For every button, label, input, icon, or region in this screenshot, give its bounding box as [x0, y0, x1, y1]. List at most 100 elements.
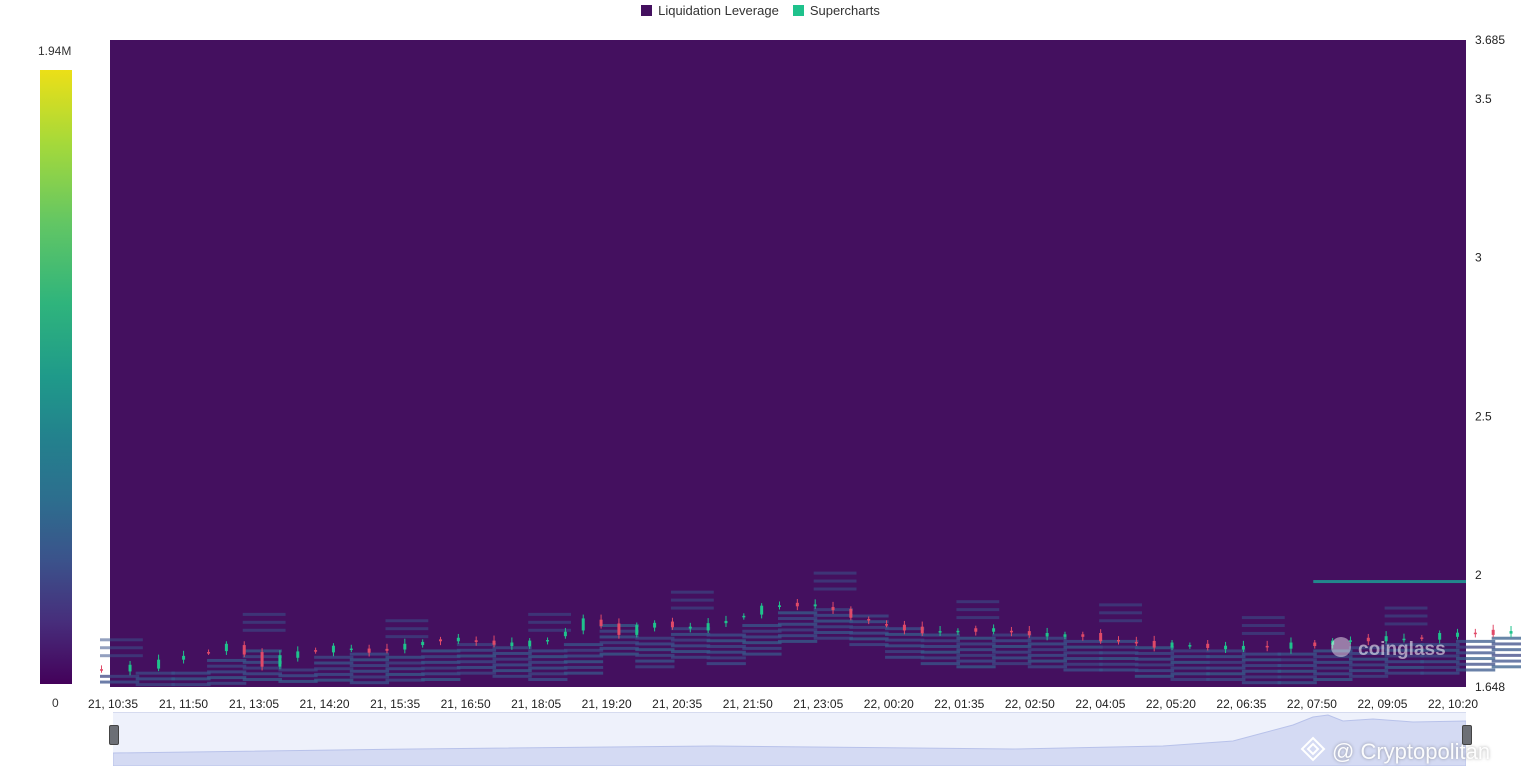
x-axis-tick-label: 22, 09:05 — [1357, 697, 1407, 711]
liquidation-cell — [1099, 603, 1142, 607]
liquidation-cell — [385, 672, 425, 676]
candle-body — [1009, 630, 1013, 633]
liquidation-cell — [278, 668, 318, 672]
liquidation-cell — [1491, 665, 1521, 669]
x-axis-tick-label: 22, 01:35 — [934, 697, 984, 711]
candle-body — [421, 641, 425, 646]
liquidation-cell — [456, 660, 497, 664]
liquidation-levels — [1313, 580, 1466, 584]
liquidation-cell — [207, 670, 247, 674]
liquidation-cell — [670, 655, 711, 659]
liquidation-cell — [421, 666, 461, 670]
liquidation-cell — [171, 671, 211, 675]
candle-body — [439, 639, 442, 642]
candle-body — [349, 648, 353, 651]
candle-body — [456, 637, 460, 642]
liquidation-cell — [1491, 653, 1521, 657]
x-axis: 21, 10:35 21, 11:50 21, 13:05 21, 14:20 21, … — [88, 697, 1478, 711]
liquidation-cell — [956, 616, 1000, 620]
liquidation-cell — [920, 650, 960, 654]
candle-body — [1473, 632, 1477, 635]
liquidation-cell — [1420, 665, 1460, 669]
liquidation-cell — [314, 678, 354, 682]
liquidation-cell — [207, 676, 247, 680]
x-axis-tick-label: 21, 10:35 — [88, 697, 138, 711]
candle-body — [157, 659, 161, 669]
liquidation-cell — [1241, 631, 1285, 635]
liquidation-cell — [1170, 660, 1210, 664]
liquidation-cell — [100, 646, 143, 650]
liquidation-cell — [742, 624, 782, 628]
liquidation-cell — [1027, 642, 1068, 646]
liquidation-heatmap-chart[interactable]: 3.6853.532.521.64821, 10:35 21, 11:50 21, … — [0, 0, 1521, 712]
candle-body — [992, 628, 996, 632]
liquidation-cell — [492, 674, 532, 678]
liquidation-cell — [1241, 664, 1282, 668]
candle-body — [635, 625, 639, 635]
liquidation-cell — [1099, 619, 1142, 623]
liquidation-cell — [421, 678, 461, 682]
candle-body — [100, 669, 103, 671]
coinglass-logo-icon — [1330, 636, 1352, 664]
liquidation-cell — [1277, 664, 1317, 668]
liquidation-cell — [100, 680, 140, 684]
x-axis-tick-label: 22, 07:50 — [1287, 697, 1337, 711]
liquidation-cell — [1241, 669, 1282, 673]
liquidation-cell — [1063, 645, 1103, 649]
liquidation-cell — [1313, 672, 1353, 676]
liquidation-cell — [421, 660, 461, 664]
brush-handle-left[interactable] — [109, 725, 119, 745]
time-range-brush[interactable] — [112, 712, 1467, 767]
candle-body — [956, 630, 960, 633]
liquidation-cell — [528, 678, 568, 682]
liquidation-cell — [135, 677, 175, 681]
liquidation-cell — [813, 636, 853, 640]
x-axis-tick-label: 21, 19:20 — [582, 697, 632, 711]
liquidation-cell — [1063, 662, 1103, 666]
liquidation-cell — [1170, 678, 1210, 682]
liquidation-cell — [992, 639, 1032, 643]
candle-body — [492, 640, 496, 645]
liquidation-cell — [813, 613, 853, 617]
liquidation-cell — [456, 665, 497, 669]
liquidation-cell — [456, 671, 497, 675]
candle-body — [314, 650, 318, 652]
liquidation-cell — [1170, 655, 1210, 659]
candle-body — [617, 623, 621, 635]
candle-body — [1134, 641, 1138, 644]
liquidation-cell — [956, 608, 1000, 612]
candle-body — [706, 623, 710, 631]
liquidation-cell — [1348, 674, 1389, 678]
liquidation-cell — [635, 636, 675, 640]
liquidation-cell — [1099, 657, 1139, 661]
liquidation-cell — [1241, 616, 1285, 620]
liquidation-cell — [100, 654, 143, 658]
liquidation-cell — [742, 635, 782, 639]
liquidation-cell — [349, 675, 390, 679]
liquidation-cell — [813, 631, 853, 635]
liquidation-cell — [1099, 668, 1139, 672]
y-axis-tick-label: 2 — [1475, 568, 1482, 582]
liquidation-cell — [314, 672, 354, 676]
liquidation-cell — [421, 655, 461, 659]
liquidation-cell — [528, 660, 568, 664]
liquidation-cell — [207, 658, 247, 662]
liquidation-cell — [100, 674, 140, 678]
liquidation-cell — [563, 654, 604, 658]
cryptopolitan-watermark: @ Cryptopolitan — [1300, 736, 1490, 768]
candle-body — [403, 643, 407, 650]
liquidation-cell — [706, 650, 746, 654]
liquidation-cell — [1206, 655, 1246, 659]
candle-body — [367, 648, 371, 653]
liquidation-cell — [1491, 648, 1521, 652]
candle-body — [546, 639, 550, 642]
candle-body — [224, 643, 228, 652]
liquidation-cell — [385, 678, 425, 682]
candle-body — [296, 651, 300, 658]
candle-body — [920, 626, 924, 634]
liquidation-cell — [992, 644, 1032, 648]
candle-body — [1099, 633, 1103, 642]
coinglass-watermark-text: coinglass — [1358, 639, 1446, 660]
x-axis-tick-label: 21, 20:35 — [652, 697, 702, 711]
liquidation-cell — [813, 625, 853, 629]
